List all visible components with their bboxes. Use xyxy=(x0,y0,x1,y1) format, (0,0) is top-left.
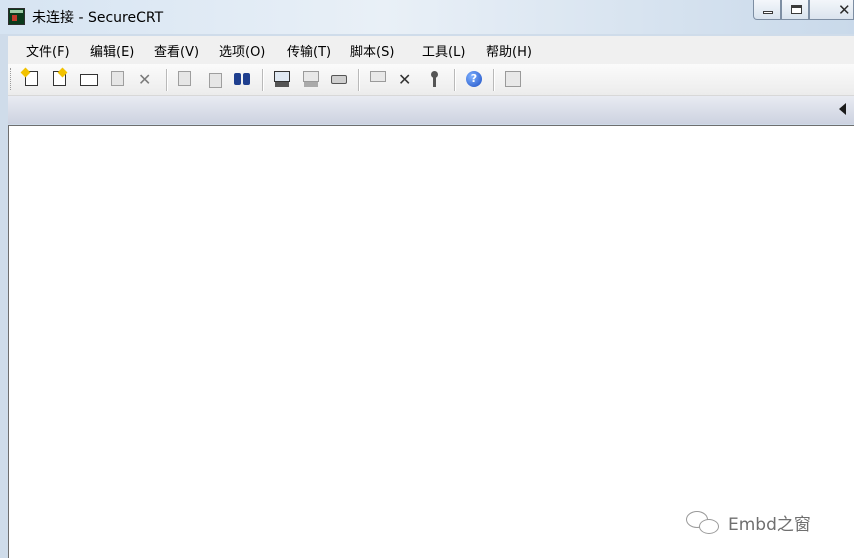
toolbar-separator xyxy=(493,69,495,91)
securecrt-window: 未连接 - SecureCRT ✕ 文件(F) 编辑(E) 查看(V) 选项(O… xyxy=(0,0,854,558)
title-bar[interactable]: 未连接 - SecureCRT ✕ xyxy=(0,0,854,34)
connect-in-tab-icon xyxy=(80,74,98,86)
tab-scroll-left-icon[interactable] xyxy=(839,103,846,115)
reconnect-icon xyxy=(111,71,124,86)
print-screen-button[interactable] xyxy=(272,69,292,89)
session-options-button xyxy=(368,69,388,89)
menu-bar: 文件(F) 编辑(E) 查看(V) 选项(O) 传输(T) 脚本(S) 工具(L… xyxy=(8,36,854,64)
menu-file[interactable]: 文件(F) xyxy=(26,41,70,60)
printer-tray-icon xyxy=(304,82,318,87)
keymap-button xyxy=(503,69,523,89)
menu-options[interactable]: 选项(O) xyxy=(219,41,265,60)
global-options-icon: ✕ xyxy=(398,70,412,89)
menu-view[interactable]: 查看(V) xyxy=(154,41,199,60)
help-button[interactable]: ? xyxy=(464,69,484,89)
toolbar-separator xyxy=(454,69,456,91)
wechat-logo-icon xyxy=(686,509,722,535)
session-options-icon xyxy=(370,71,386,82)
window-title: 未连接 - SecureCRT xyxy=(32,10,164,26)
paste-button xyxy=(204,69,224,89)
menu-edit[interactable]: 编辑(E) xyxy=(90,41,134,60)
find-icon xyxy=(234,73,241,85)
disconnect-button: ✕ xyxy=(136,69,156,89)
maximize-icon xyxy=(791,5,802,14)
disconnect-icon: ✕ xyxy=(138,70,152,89)
global-options-button[interactable]: ✕ xyxy=(396,69,416,89)
close-button[interactable]: ✕ xyxy=(809,0,854,20)
toolbar-separator xyxy=(166,69,168,91)
printer-tray-icon xyxy=(275,82,289,87)
help-icon: ? xyxy=(466,71,482,87)
print-selection-button xyxy=(301,69,321,89)
print-icon xyxy=(331,75,347,84)
key-stem-icon xyxy=(433,77,436,87)
menu-help[interactable]: 帮助(H) xyxy=(486,41,532,60)
toolbar-separator xyxy=(262,69,264,91)
copy-button xyxy=(175,69,195,89)
reconnect-button xyxy=(108,69,128,89)
binocular-lens-icon xyxy=(243,73,250,85)
minimize-icon xyxy=(763,11,773,14)
print-button[interactable] xyxy=(329,69,349,89)
chat-bubble-icon xyxy=(699,519,719,534)
print-selection-icon xyxy=(303,71,319,82)
toolbar-separator xyxy=(358,69,360,91)
paste-icon xyxy=(209,73,222,88)
watermark-text: Embd之窗 xyxy=(728,515,811,535)
menu-transfer[interactable]: 传输(T) xyxy=(287,41,331,60)
quick-connect-button[interactable] xyxy=(20,67,42,89)
maximize-button[interactable] xyxy=(781,0,809,20)
toolbar-grip[interactable] xyxy=(10,68,14,90)
securecrt-app-icon[interactable] xyxy=(8,8,25,25)
print-screen-icon xyxy=(274,71,290,82)
terminal-area[interactable] xyxy=(8,125,854,558)
close-icon: ✕ xyxy=(838,1,851,19)
keymap-icon xyxy=(505,71,521,87)
session-tab-bar xyxy=(8,96,854,124)
connect-button[interactable] xyxy=(50,67,70,89)
find-button[interactable] xyxy=(232,69,252,89)
connect-in-tab-button[interactable] xyxy=(79,69,99,89)
minimize-button[interactable] xyxy=(753,0,781,20)
toolbar: ✕ ✕ ? xyxy=(8,64,854,96)
public-key-button[interactable] xyxy=(424,69,444,89)
copy-icon xyxy=(178,71,191,86)
menu-script[interactable]: 脚本(S) xyxy=(350,41,394,60)
menu-tools[interactable]: 工具(L) xyxy=(422,41,465,60)
